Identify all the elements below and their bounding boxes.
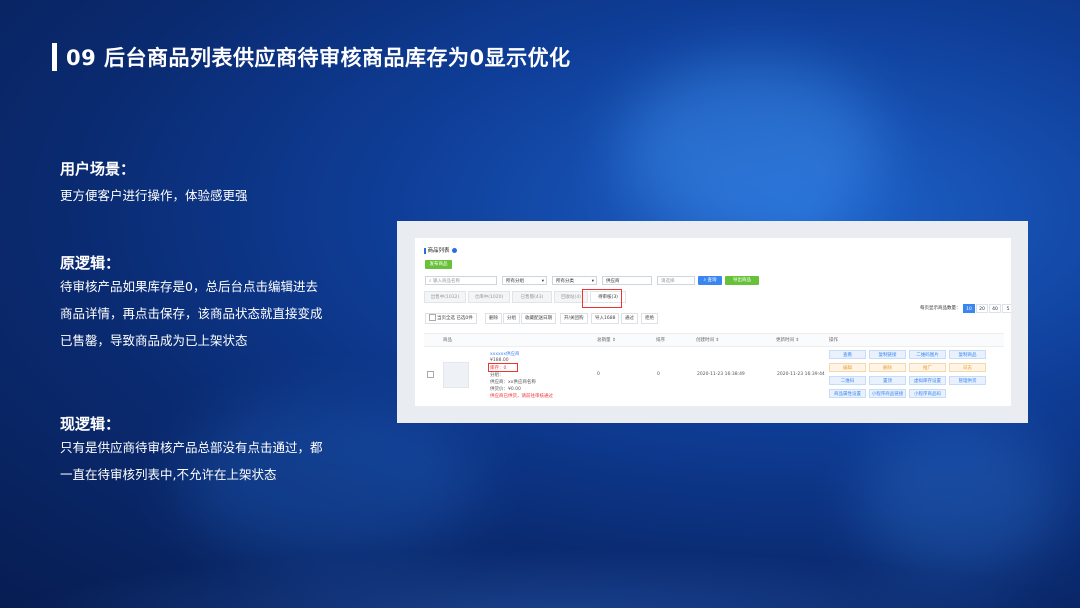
checkbox — [429, 314, 436, 321]
screenshot-frame: 商品列表 发布商品 ⌕ 输入商品名称 所有分组 ▾ 所有分类 ▾ 供应商 请选择 ⌕… — [397, 221, 1028, 423]
col-created[interactable]: 创建时间 ⇕ — [696, 337, 719, 343]
col-sort: 排序 — [656, 338, 665, 343]
text-line: 已售罄，导致商品成为已上架状态 — [60, 333, 248, 348]
attribute-settings-button[interactable]: 商品属性设置 — [829, 389, 866, 398]
type-select[interactable]: 所有分类 ▾ — [552, 276, 597, 285]
search-input[interactable]: ⌕ 输入商品名称 — [425, 276, 497, 285]
category-value: 所有分组 — [506, 279, 524, 284]
miniapp-link-button[interactable]: 小程序商品链接 — [869, 389, 906, 398]
delivery-date-button[interactable]: 收藏配送日期 — [521, 313, 556, 324]
copy-link-button[interactable]: 复制链接 — [869, 350, 906, 359]
text-line: 待审核产品如果库存是0，总后台点击编辑进去 — [60, 279, 318, 294]
section-heading-new-logic: 现逻辑： — [60, 415, 121, 433]
product-name[interactable]: xxxxxx供应商 — [490, 351, 519, 357]
text-line: 只有是供应商待审核产品总部没有点击通过，都 — [60, 440, 323, 455]
chevron-down-icon: ▾ — [591, 279, 594, 284]
tab-on-sale[interactable]: 出售中(1032) — [424, 291, 466, 303]
help-icon — [451, 248, 457, 253]
select-all-checkbox[interactable]: 当页全选 已选0件 — [425, 313, 477, 324]
tab-sold-out[interactable]: 已售罄(43) — [512, 291, 552, 303]
row-checkbox[interactable] — [427, 371, 434, 378]
log-button[interactable]: 日志 — [949, 363, 986, 372]
product-supplier: 供应商：xx供应商名称 — [490, 380, 536, 385]
updated-time: 2020-11-23 16:39:44 — [777, 372, 825, 377]
select-all-label: 当页全选 已选0件 — [437, 316, 473, 321]
col-actions: 操作 — [829, 338, 838, 343]
manage-supply-button[interactable]: 管理供货 — [949, 376, 986, 385]
highlight-box-stock — [488, 363, 518, 372]
import-1688-button[interactable]: 导入1688 — [591, 313, 620, 324]
view-button[interactable]: 查看 — [829, 350, 866, 359]
section-text-scenario: 更方便客户进行操作，体验感更强 — [60, 182, 330, 209]
col-product: 商品 — [443, 338, 452, 343]
admin-screenshot: 商品列表 发布商品 ⌕ 输入商品名称 所有分组 ▾ 所有分类 ▾ 供应商 请选择 ⌕… — [415, 238, 1011, 406]
section-text-old-logic: 待审核产品如果库存是0，总后台点击编辑进去 商品详情，再点击保存，该商品状态就直… — [60, 273, 330, 354]
section-text-new-logic: 只有是供应商待审核产品总部没有点击通过，都 一直在待审核列表中,不允许在上架状态 — [60, 434, 330, 488]
per-page-option[interactable]: 5 — [1002, 304, 1011, 313]
search-button-label: 查询 — [707, 278, 717, 283]
per-page-label: 每页显示商品数量： — [920, 306, 961, 311]
search-button[interactable]: ⌕ 查询 — [698, 276, 722, 285]
per-page-option[interactable]: 10 — [963, 304, 975, 313]
product-group: 分组： — [490, 373, 504, 378]
delete-button[interactable]: 删除 — [485, 313, 502, 324]
virtual-stock-button[interactable]: 虚拟库存设置 — [909, 376, 946, 385]
publish-button[interactable]: 发布商品 — [425, 260, 452, 269]
slide-title: 09 后台商品列表供应商待审核商品库存为0显示优化 — [66, 46, 571, 70]
approve-button[interactable]: 通过 — [621, 313, 638, 324]
created-time: 2020-11-23 16:38:49 — [697, 372, 745, 377]
reject-button[interactable]: 拒绝 — [641, 313, 658, 324]
col-sales[interactable]: 总销量 ⇕ — [597, 337, 616, 343]
text-line: 更方便客户进行操作，体验感更强 — [60, 188, 248, 203]
text-line: 商品详情，再点击保存，该商品状态就直接变成 — [60, 306, 323, 321]
sales-value: 0 — [597, 372, 600, 377]
edit-button[interactable]: 编辑 — [829, 363, 866, 372]
chevron-down-icon: ▾ — [541, 279, 544, 284]
page-title-text: 商品列表 — [427, 248, 450, 254]
col-updated[interactable]: 更新时间 ⇕ — [776, 337, 799, 343]
per-page-option[interactable]: 20 — [976, 304, 988, 313]
text-line: 一直在待审核列表中,不允许在上架状态 — [60, 467, 277, 482]
section-heading-scenario: 用户场景： — [60, 160, 136, 178]
page-title: 商品列表 — [424, 246, 457, 254]
product-cost: 供货价：¥0.00 — [490, 387, 521, 392]
per-page-option[interactable]: 40 — [989, 304, 1001, 313]
groupbuy-toggle-button[interactable]: 开/关团购 — [560, 313, 588, 324]
pin-top-button[interactable]: 置顶 — [869, 376, 906, 385]
table-header: 商品 总销量 ⇕ 排序 创建时间 ⇕ 更新时间 ⇕ 操作 — [424, 333, 1004, 347]
qrcode-image-button[interactable]: 二维码图片 — [909, 350, 946, 359]
highlight-box-tab — [582, 289, 622, 308]
miniapp-code-button[interactable]: 小程序商品码 — [909, 389, 946, 398]
title-accent-bar — [52, 43, 57, 71]
category-select[interactable]: 所有分组 ▾ — [502, 276, 547, 285]
promote-button[interactable]: 推广 — [909, 363, 946, 372]
section-heading-old-logic: 原逻辑： — [60, 254, 121, 272]
search-icon: ⌕ — [703, 278, 707, 283]
product-thumbnail — [443, 362, 469, 388]
type-value: 所有分类 — [556, 279, 574, 284]
background-glow — [620, 60, 880, 240]
delete-row-button[interactable]: 删除 — [869, 363, 906, 372]
tab-warehouse[interactable]: 仓库中(1020) — [468, 291, 510, 303]
supplier-input[interactable]: 供应商 — [602, 276, 652, 285]
group-button[interactable]: 分组 — [503, 313, 520, 324]
sort-value: 0 — [657, 372, 660, 377]
search-placeholder: 输入商品名称 — [432, 279, 460, 284]
product-status: 供应商已供货，请前往审核通过 — [490, 394, 553, 399]
copy-product-button[interactable]: 复制商品 — [949, 350, 986, 359]
background-particles — [0, 548, 1080, 608]
qrcode-button[interactable]: 二维码 — [829, 376, 866, 385]
export-button[interactable]: 导出商品 — [725, 276, 759, 285]
extra-select[interactable]: 请选择 — [657, 276, 695, 285]
